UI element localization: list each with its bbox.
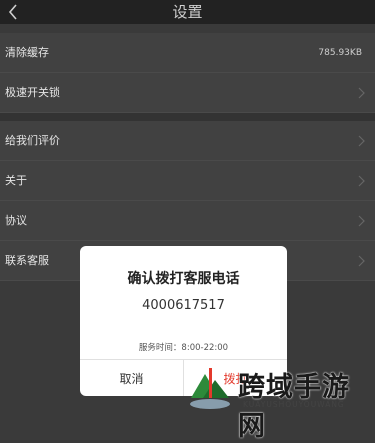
chevron-right-icon (358, 255, 365, 267)
setting-agreement[interactable]: 协议 (0, 201, 375, 241)
setting-rate-us[interactable]: 给我们评价 (0, 121, 375, 161)
section-divider (0, 113, 375, 121)
chevron-right-icon (358, 215, 365, 227)
chevron-right-icon (358, 135, 365, 147)
setting-about[interactable]: 关于 (0, 161, 375, 201)
setting-fast-lock[interactable]: 极速开关锁 (0, 73, 375, 113)
top-bar: 设置 (0, 0, 375, 24)
mountain-logo-icon (190, 368, 230, 409)
cancel-button[interactable]: 取消 (80, 360, 183, 396)
setting-label: 协议 (5, 214, 27, 227)
dialog-title: 确认拨打客服电话 (127, 271, 240, 287)
setting-label: 联系客服 (5, 254, 49, 267)
setting-label: 清除缓存 (5, 46, 49, 59)
settings-list: 清除缓存 785.93KB 极速开关锁 给我们评价 关于 协议 联系客服 (0, 33, 375, 281)
setting-clear-cache[interactable]: 清除缓存 785.93KB (0, 33, 375, 73)
support-phone-number: 4000617517 (142, 298, 225, 313)
settings-group-storage: 清除缓存 785.93KB 极速开关锁 (0, 33, 375, 113)
chevron-right-icon (358, 175, 365, 187)
page-title: 设置 (172, 3, 203, 21)
service-hours: 服务时间：8:00-22:00 (138, 343, 229, 353)
watermark-subtext: KUAYUSHOUYOUWANG (243, 400, 345, 409)
setting-label: 关于 (5, 174, 27, 187)
cache-size: 785.93KB (318, 48, 362, 58)
setting-label: 极速开关锁 (5, 86, 60, 99)
site-watermark: 跨域手游网 KUAYUSHOUYOUWANG (185, 358, 375, 442)
setting-label: 给我们评价 (5, 134, 60, 147)
chevron-right-icon (358, 87, 365, 99)
